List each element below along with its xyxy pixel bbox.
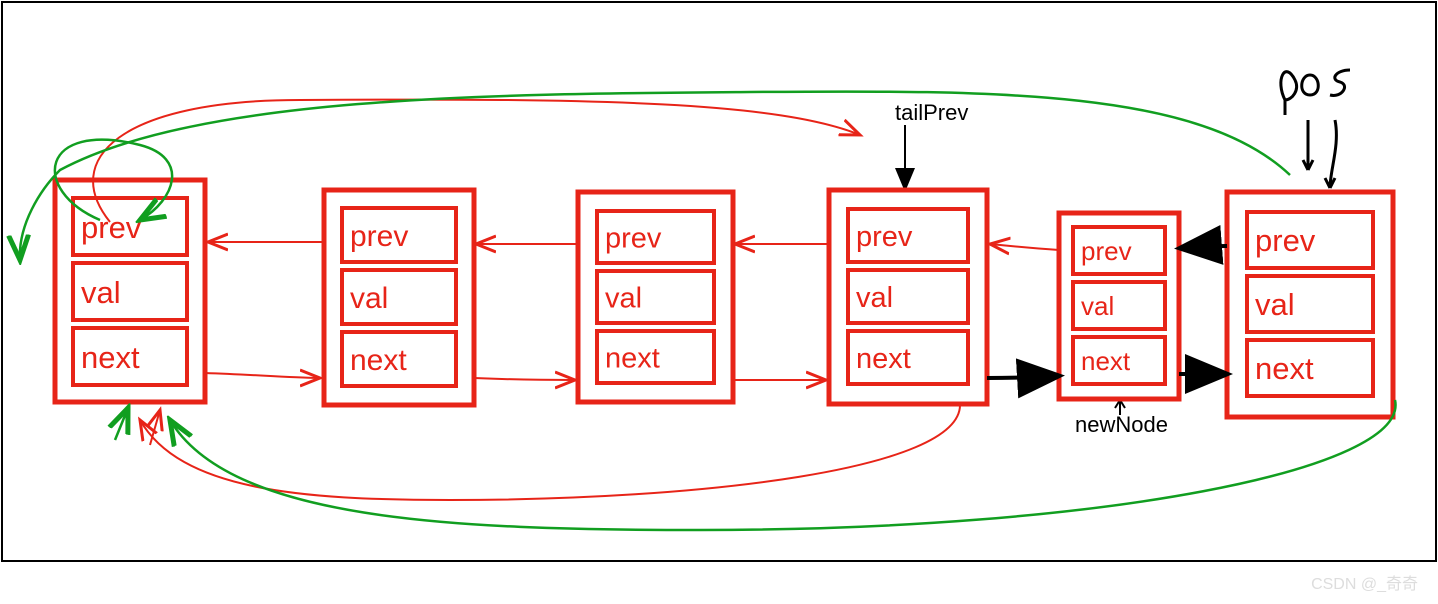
field-label: next <box>856 343 911 375</box>
field-label: next <box>350 344 407 377</box>
watermark: CSDN @_奇奇 <box>1311 570 1418 594</box>
field-label: next <box>1255 351 1314 386</box>
field-label: next <box>1081 346 1131 376</box>
field-label: val <box>1255 287 1295 322</box>
field-label: prev <box>350 220 408 253</box>
red-bottom-curve <box>140 405 960 500</box>
black-prev-arrow <box>1182 246 1227 248</box>
field-label: val <box>1081 291 1114 321</box>
green-bottom-curve <box>170 400 1396 530</box>
head-prev-loop <box>93 100 860 222</box>
next-arrow <box>474 378 575 380</box>
field-label: prev <box>1081 236 1132 266</box>
field-label: prev <box>856 221 913 253</box>
field-label: val <box>350 282 388 315</box>
field-label: val <box>81 275 121 310</box>
field-label: next <box>605 342 660 374</box>
field-label: next <box>81 340 140 375</box>
prev-arrow <box>990 244 1059 250</box>
field-label: val <box>605 282 642 314</box>
field-label: val <box>856 282 893 314</box>
green-small-in <box>115 408 128 440</box>
black-next-arrow <box>987 376 1057 378</box>
field-label: prev <box>1255 223 1316 258</box>
pos-arrow-1 <box>1303 120 1313 170</box>
linked-list-diagram: tailPrev newNode prev val next prev val next p… <box>0 0 1438 604</box>
pos-arrow-2 <box>1325 120 1336 188</box>
tailPrev-label: tailPrev <box>895 100 968 125</box>
newNode-label: newNode <box>1075 412 1168 437</box>
pos-label <box>1281 70 1350 115</box>
next-arrow <box>205 373 320 378</box>
field-label: prev <box>605 222 662 254</box>
